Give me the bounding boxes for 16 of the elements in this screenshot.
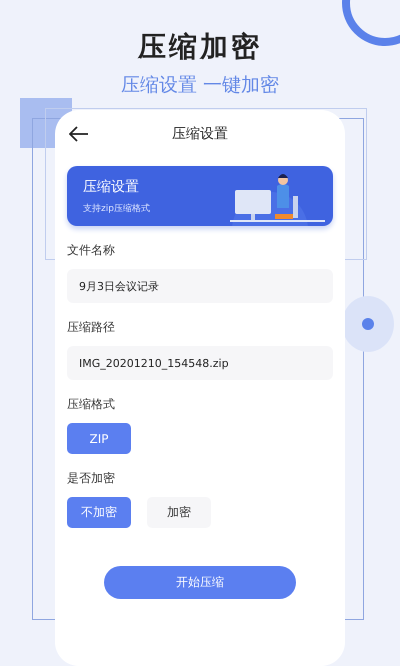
- option-button[interactable]: 不加密: [67, 497, 131, 528]
- option-button[interactable]: 加密: [147, 497, 211, 528]
- field-label: 压缩路径: [67, 319, 116, 336]
- text-field[interactable]: IMG_20201210_154548.zip: [67, 346, 333, 380]
- text-field[interactable]: 9月3日会议记录: [67, 269, 333, 303]
- option-label: 压缩格式: [67, 396, 116, 413]
- option-button[interactable]: ZIP: [67, 423, 131, 454]
- screen-title: 压缩设置: [172, 125, 228, 143]
- back-arrow-icon[interactable]: [69, 126, 89, 142]
- subtitle: 压缩设置 一键加密: [120, 73, 280, 98]
- headline: 压缩加密: [138, 30, 262, 64]
- field-label: 文件名称: [67, 242, 116, 259]
- banner-caption: 支持zip压缩格式: [83, 202, 150, 214]
- option-label: 是否加密: [67, 470, 116, 487]
- banner-title: 压缩设置: [83, 178, 140, 196]
- start-compress-button[interactable]: 开始压缩: [104, 566, 296, 599]
